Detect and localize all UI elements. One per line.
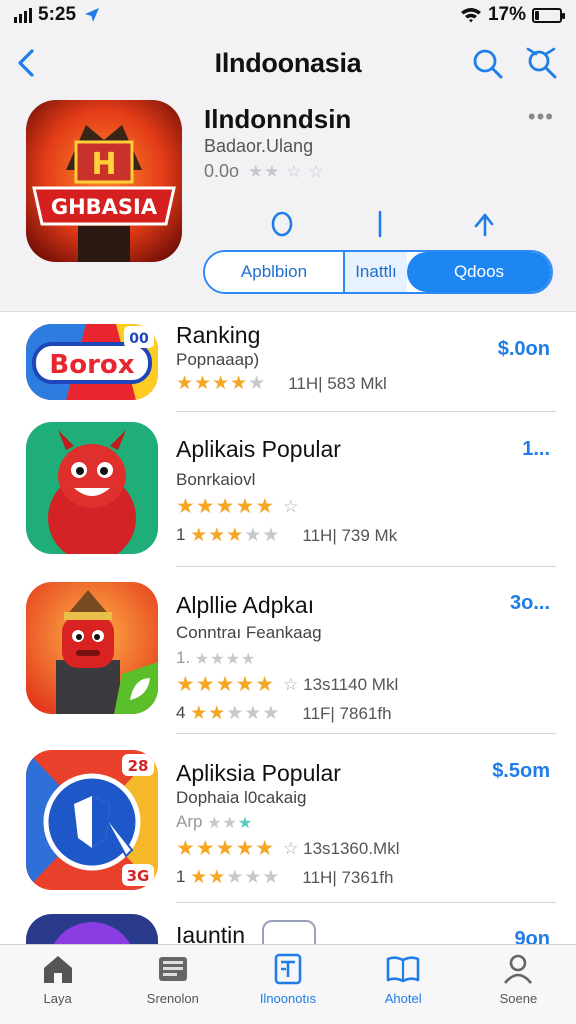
more-options-icon[interactable]: ••• (528, 104, 554, 130)
search-icon[interactable] (470, 46, 504, 80)
hero-icon-letter: H (91, 147, 116, 182)
app-title: Aplikais Popular (176, 436, 341, 462)
page-title: Ilndoonasia (214, 47, 362, 78)
app-rating-row: ★★★★★ ☆ 13s1360.Mkl (176, 837, 400, 860)
app-rating-row: ★★★★★ ☆ 13s1140 Mkl (176, 673, 399, 696)
book-icon (386, 956, 420, 983)
line-icon[interactable] (366, 210, 394, 238)
battery-icon (532, 7, 565, 23)
hero-icon-banner: GHBASIA (51, 195, 158, 219)
featured-app-icon[interactable]: H GHBASIA (26, 100, 182, 262)
rating-stars: ★★★★★ (190, 703, 281, 724)
location-arrow-icon (85, 8, 100, 22)
status-time: 5:25 (38, 4, 77, 25)
app-category: Popnaaap) (176, 350, 260, 369)
rating-stars: ★★★★★ (176, 495, 276, 518)
tab-bar: Laya Srenolon Ilnoonotıs Ahotel Soene (0, 944, 576, 1024)
app-icon-red-character[interactable] (26, 582, 158, 714)
price-button[interactable]: 3o... (510, 592, 550, 615)
back-chevron-icon[interactable] (12, 46, 42, 80)
app-rating-row: ★★★★★ ☆ (176, 495, 299, 518)
arrow-up-right-icon[interactable] (470, 210, 498, 238)
app-category: Dophaia l0cakaig (176, 788, 307, 807)
rating-stars: ★★★★★ (190, 867, 281, 888)
tab-news[interactable]: Srenolon (115, 945, 230, 1024)
signal-icon (14, 7, 32, 23)
divider (176, 733, 556, 734)
circle-icon[interactable] (268, 210, 296, 238)
tab-profile[interactable]: Soene (461, 945, 576, 1024)
segment-installed[interactable]: Inattlı (345, 252, 407, 292)
svg-text:3G: 3G (127, 867, 150, 885)
featured-app-name: Ilndonndsin (204, 104, 352, 134)
home-icon (43, 956, 72, 983)
app-icon-purple[interactable] (26, 914, 158, 944)
app-meta-row: 4 ★★★★★ 11F| 7861fh (176, 702, 392, 724)
rating-stars: ★★ ☆ ☆ (248, 162, 325, 182)
app-subline: 1. ★★★★ (176, 648, 257, 668)
overlay-button[interactable] (262, 920, 316, 944)
price-button[interactable]: $.5om (492, 760, 550, 783)
rating-stars: ★★★★★ (190, 525, 281, 546)
app-meta-row: 1 ★★★★★ 11H| 739 Mk (176, 524, 398, 546)
rating-stars: ★★★★★ (176, 837, 276, 860)
app-icon-red-monster[interactable] (26, 422, 158, 554)
battery-percent: 17% (487, 4, 526, 25)
rating-stars: ★★★★★ (176, 673, 276, 696)
tab-book[interactable]: Ahotel (346, 945, 461, 1024)
segmented-control: Apblbion Inattlı Qdoos (203, 250, 553, 294)
segment-updates[interactable]: Qdoos (407, 252, 551, 292)
divider (176, 411, 556, 412)
apps-icon (274, 953, 302, 985)
news-icon (158, 957, 187, 981)
rating-stars: ★★★ (207, 814, 254, 832)
search-filter-icon[interactable] (524, 46, 558, 80)
app-rating-row: ★★★★★ 11H| 583 Mkl (176, 373, 387, 394)
wifi-icon (460, 8, 481, 23)
app-category: Conntraı Feankaag (176, 623, 322, 642)
tab-home[interactable]: Laya (0, 945, 115, 1024)
app-title: Ranking (176, 322, 261, 348)
app-title: Iauntin (176, 922, 246, 944)
app-icon-borox[interactable]: Borox 00 (26, 324, 158, 400)
person-icon (504, 954, 533, 984)
rating-stars: ★★★★★ (176, 373, 267, 394)
nav-bar: Ilndoonasia (0, 30, 576, 96)
status-bar: 5:25 17% (0, 0, 576, 30)
price-button[interactable]: 9on (514, 928, 550, 944)
divider (176, 566, 556, 567)
tab-apps[interactable]: Ilnoonotıs (230, 945, 345, 1024)
app-header: Ilndoonasia H GHBASIA Ilndonndsin Badaor… (0, 30, 576, 312)
svg-text:28: 28 (128, 757, 149, 775)
app-subline: Arp ★★★ (176, 812, 254, 832)
svg-text:00: 00 (129, 331, 149, 347)
rating-stars: ★★★★ (194, 650, 257, 668)
app-title: Apliksia Popular (176, 760, 341, 786)
divider (176, 902, 556, 903)
featured-app-subtitle: Badaor.Ulang (204, 136, 314, 156)
segment-applications[interactable]: Apblbion (205, 252, 345, 292)
app-meta-row: 1 ★★★★★ 11H| 7361fh (176, 866, 394, 888)
app-title: Alpllie Adpkaı (176, 592, 315, 618)
featured-app-rating: 0.0o ★★ ☆ ☆ (204, 161, 325, 182)
app-list: Borox 00 Ranking Popnaaap) ★★★★★ 11H| 583… (0, 312, 576, 944)
price-button[interactable]: $.0on (498, 338, 550, 361)
price-button[interactable]: 1... (522, 438, 550, 461)
svg-text:Borox: Borox (49, 350, 134, 380)
app-category: Bonrkaiovl (176, 470, 256, 489)
app-icon-shield[interactable]: 28 3G (26, 750, 158, 890)
